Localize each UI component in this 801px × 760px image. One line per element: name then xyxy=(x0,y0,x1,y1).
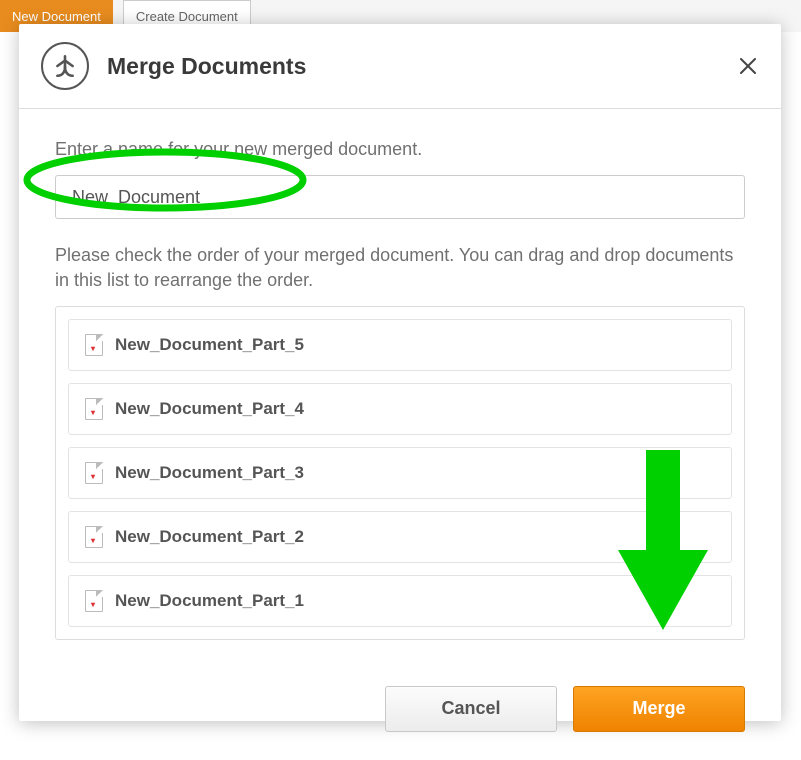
cancel-button[interactable]: Cancel xyxy=(385,686,557,732)
merge-icon xyxy=(41,42,89,90)
dialog-body: Enter a name for your new merged documen… xyxy=(19,109,781,668)
merged-document-name-input[interactable] xyxy=(55,175,745,219)
list-item[interactable]: ▾ New_Document_Part_3 xyxy=(68,447,732,499)
document-order-list: ▾ New_Document_Part_5 ▾ New_Document_Par… xyxy=(55,306,745,640)
list-item[interactable]: ▾ New_Document_Part_1 xyxy=(68,575,732,627)
list-item-label: New_Document_Part_4 xyxy=(115,399,304,419)
dialog-header: Merge Documents xyxy=(19,24,781,109)
pdf-file-icon: ▾ xyxy=(85,462,103,484)
pdf-file-icon: ▾ xyxy=(85,526,103,548)
name-hint-text: Enter a name for your new merged documen… xyxy=(55,137,745,161)
list-item[interactable]: ▾ New_Document_Part_4 xyxy=(68,383,732,435)
list-item[interactable]: ▾ New_Document_Part_2 xyxy=(68,511,732,563)
pdf-file-icon: ▾ xyxy=(85,590,103,612)
list-item-label: New_Document_Part_1 xyxy=(115,591,304,611)
pdf-file-icon: ▾ xyxy=(85,334,103,356)
list-item-label: New_Document_Part_3 xyxy=(115,463,304,483)
list-item-label: New_Document_Part_2 xyxy=(115,527,304,547)
order-hint-text: Please check the order of your merged do… xyxy=(55,243,745,292)
dialog-footer: Cancel Merge xyxy=(19,668,781,760)
list-item-label: New_Document_Part_5 xyxy=(115,335,304,355)
close-icon[interactable] xyxy=(737,55,759,77)
pdf-file-icon: ▾ xyxy=(85,398,103,420)
list-item[interactable]: ▾ New_Document_Part_5 xyxy=(68,319,732,371)
dialog-title: Merge Documents xyxy=(107,53,719,80)
merge-documents-dialog: Merge Documents Enter a name for your ne… xyxy=(19,24,781,721)
merge-button[interactable]: Merge xyxy=(573,686,745,732)
